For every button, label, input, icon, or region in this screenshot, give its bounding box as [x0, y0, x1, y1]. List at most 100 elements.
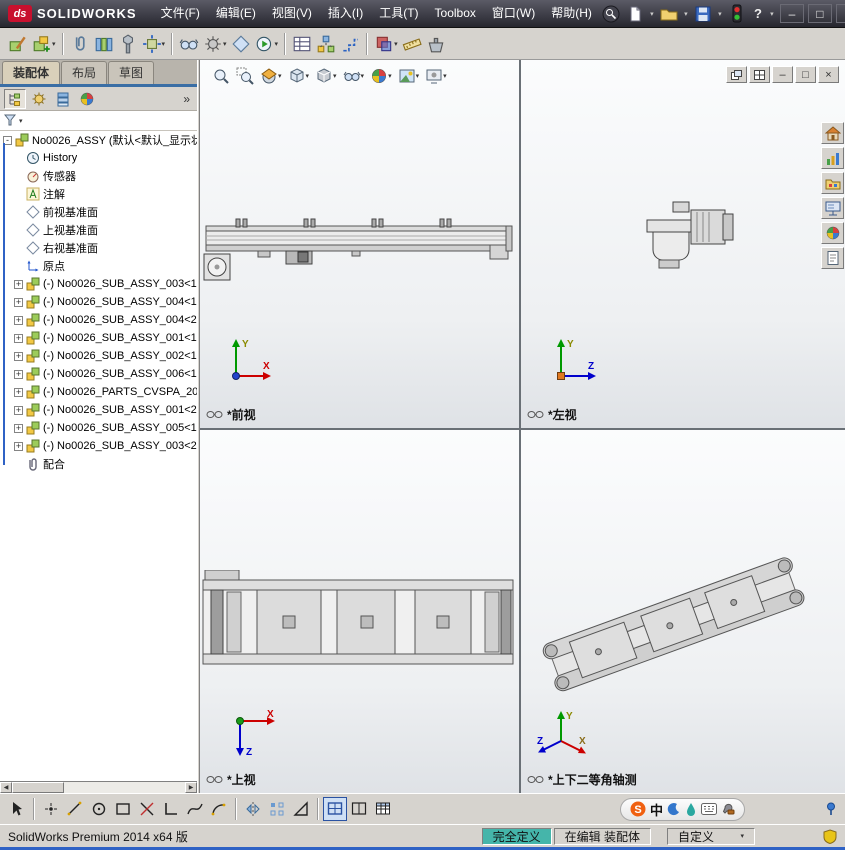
tree-item-component[interactable]: + (-) No0026_SUB_ASSY_006<1 — [0, 365, 197, 383]
exploded-view-icon[interactable] — [314, 31, 338, 57]
tree-item-history[interactable]: History — [0, 149, 197, 167]
interference-detection-icon[interactable]: ▾ — [372, 31, 400, 57]
scroll-left-button[interactable]: ◀ — [0, 782, 12, 793]
tree-item-component[interactable]: + (-) No0026_SUB_ASSY_004<2 — [0, 311, 197, 329]
dropdown-caret-icon[interactable]: ▾ — [333, 72, 337, 80]
graphics-area[interactable]: Y X *前视 Y Z *左视 X Z *上视 Y X Z *上下二等角轴测 ▾… — [200, 60, 845, 793]
move-component-icon[interactable]: ▾ — [140, 31, 168, 57]
dropdown-caret-icon[interactable]: ▾ — [394, 40, 398, 48]
front-view-model[interactable] — [202, 216, 516, 336]
ime-language-toggle[interactable]: 中 — [650, 800, 663, 819]
dropdown-caret-icon[interactable]: ▾ — [223, 40, 227, 48]
expand-icon[interactable]: + — [14, 351, 23, 361]
ime-toolbox-icon[interactable] — [721, 802, 735, 816]
arc-tool-icon[interactable] — [207, 797, 231, 821]
tree-item-top-plane[interactable]: 上视基准面 — [0, 221, 197, 239]
appearances-icon[interactable] — [821, 222, 844, 244]
sogou-logo-icon[interactable]: S — [630, 801, 646, 817]
menu-toolbox[interactable]: Toolbox — [427, 0, 484, 27]
menu-view[interactable]: 视图(V) — [264, 0, 320, 27]
expand-icon[interactable]: + — [14, 279, 23, 289]
tree-item-component[interactable]: + (-) No0026_SUB_ASSY_004<1 — [0, 293, 197, 311]
custom-caret-icon[interactable]: ▾ — [740, 832, 744, 840]
new-document-icon[interactable] — [624, 3, 646, 25]
tree-horizontal-scrollbar[interactable]: ◀ ▶ — [0, 781, 197, 793]
draft-triangle-icon[interactable] — [289, 797, 313, 821]
view-orientation-icon[interactable]: ▾ — [286, 64, 312, 88]
tree-item-component[interactable]: + (-) No0026_SUB_ASSY_005<1 — [0, 419, 197, 437]
tree-item-annotations[interactable]: 注解 — [0, 185, 197, 203]
mate-icon[interactable] — [68, 31, 92, 57]
dropdown-caret-icon[interactable]: ▾ — [278, 72, 282, 80]
tile-windows-icon[interactable] — [749, 66, 770, 83]
edit-appearance-icon[interactable]: ▾ — [368, 64, 394, 88]
scroll-track[interactable] — [64, 782, 185, 793]
line-tool-icon[interactable] — [63, 797, 87, 821]
new-motion-study-icon[interactable]: ▾ — [253, 31, 281, 57]
viewport-front[interactable]: Y X *前视 — [200, 60, 519, 428]
smart-fasteners-icon[interactable] — [116, 31, 140, 57]
top-view-model[interactable] — [201, 570, 517, 674]
zoom-area-icon[interactable] — [234, 64, 256, 88]
help-icon[interactable]: ? — [750, 6, 766, 21]
zoom-fit-icon[interactable] — [210, 64, 232, 88]
filter-funnel-icon[interactable] — [4, 114, 17, 127]
insert-components-icon[interactable]: ▾ — [30, 31, 58, 57]
linear-sketch-pattern-icon[interactable] — [265, 797, 289, 821]
menu-insert[interactable]: 插入(I) — [320, 0, 371, 27]
panel-tabs-overflow-button[interactable]: » — [180, 92, 193, 106]
tree-item-mates[interactable]: 配合 — [0, 455, 197, 473]
doc-close-button[interactable]: × — [818, 66, 839, 83]
section-view-icon[interactable]: ▾ — [258, 64, 284, 88]
dropdown-caret-icon[interactable]: ▾ — [306, 72, 310, 80]
expand-icon[interactable]: + — [14, 315, 23, 325]
measure-icon[interactable] — [400, 31, 424, 57]
property-manager-tab-icon[interactable] — [28, 89, 50, 109]
menu-file[interactable]: 文件(F) — [153, 0, 208, 27]
corner-tool-icon[interactable] — [159, 797, 183, 821]
pin-icon[interactable] — [825, 802, 837, 816]
tree-item-sensors[interactable]: 传感器 — [0, 167, 197, 185]
tree-item-component[interactable]: + (-) No0026_SUB_ASSY_001<2 — [0, 401, 197, 419]
edit-component-icon[interactable] — [6, 31, 30, 57]
expand-icon[interactable]: + — [14, 369, 23, 379]
tree-item-root[interactable]: - No0026_ASSY (默认<默认_显示状 — [0, 131, 197, 149]
feature-manager-tab-icon[interactable] — [4, 88, 26, 109]
tree-item-component[interactable]: + (-) No0026_SUB_ASSY_001<1 — [0, 329, 197, 347]
tree-item-front-plane[interactable]: 前视基准面 — [0, 203, 197, 221]
display-style-icon[interactable]: ▾ — [313, 64, 339, 88]
tree-item-component[interactable]: + (-) No0026_SUB_ASSY_003<2 — [0, 437, 197, 455]
open-document-icon[interactable] — [658, 3, 680, 25]
ime-ink-icon[interactable] — [685, 802, 697, 816]
solidworks-resources-icon[interactable] — [821, 147, 844, 169]
expand-icon[interactable]: + — [14, 297, 23, 307]
expand-icon[interactable]: + — [14, 441, 23, 451]
scroll-thumb[interactable] — [12, 782, 64, 793]
filter-caret-icon[interactable]: ▾ — [19, 117, 23, 125]
linear-component-pattern-icon[interactable] — [92, 31, 116, 57]
maximize-button[interactable]: □ — [807, 4, 832, 23]
two-view-icon[interactable] — [347, 797, 371, 821]
open-caret-icon[interactable]: ▾ — [682, 10, 690, 18]
apply-scene-icon[interactable]: ▾ — [396, 64, 422, 88]
save-caret-icon[interactable]: ▾ — [716, 10, 724, 18]
tab-sketch[interactable]: 草图 — [108, 61, 155, 84]
ime-shape-icon[interactable] — [667, 802, 681, 816]
close-button[interactable]: × — [835, 4, 845, 23]
tab-assembly[interactable]: 装配体 — [2, 61, 61, 84]
tab-layout[interactable]: 布局 — [61, 61, 108, 84]
dropdown-caret-icon[interactable]: ▾ — [361, 72, 365, 80]
home-icon[interactable] — [821, 122, 844, 144]
view-settings-icon[interactable]: ▾ — [423, 64, 449, 88]
custom-status-selector[interactable]: 自定义 ▾ — [667, 827, 755, 845]
tree-item-component[interactable]: + (-) No0026_PARTS_CVSPA_200 — [0, 383, 197, 401]
expand-icon[interactable]: + — [14, 387, 23, 397]
search-icon[interactable] — [600, 3, 622, 25]
rectangle-tool-icon[interactable] — [111, 797, 135, 821]
dropdown-caret-icon[interactable]: ▾ — [162, 40, 166, 48]
cascade-windows-icon[interactable] — [726, 66, 747, 83]
reference-geometry-icon[interactable] — [229, 31, 253, 57]
menu-tools[interactable]: 工具(T) — [371, 0, 426, 27]
tree-item-right-plane[interactable]: 右视基准面 — [0, 239, 197, 257]
dropdown-caret-icon[interactable]: ▾ — [275, 40, 279, 48]
